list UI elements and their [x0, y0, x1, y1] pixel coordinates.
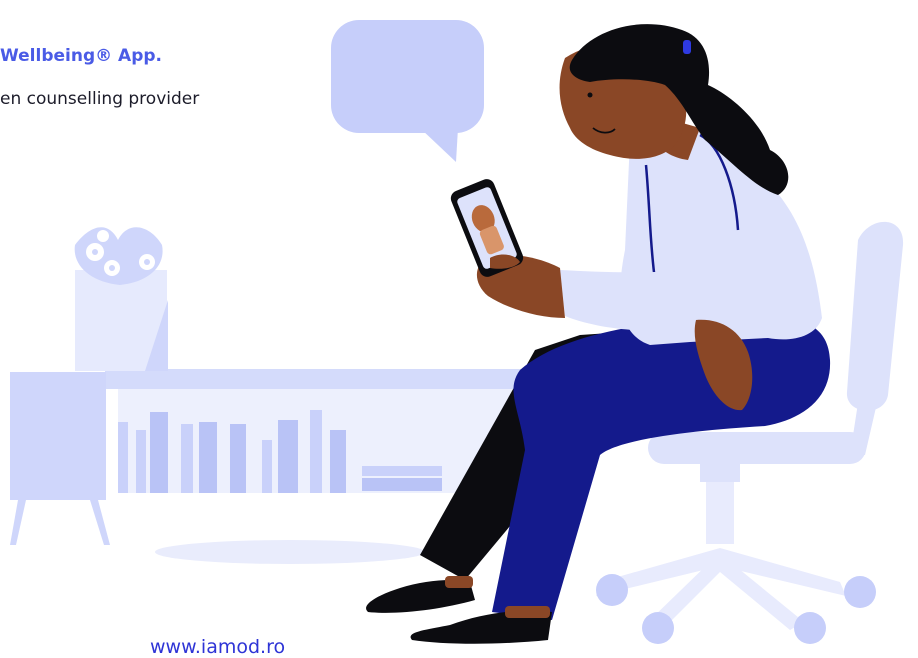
floor-shadow: [155, 540, 425, 564]
website-link[interactable]: www.iamod.ro: [150, 636, 285, 658]
flower-vase: [74, 227, 168, 371]
illustration: [10, 20, 904, 644]
speech-bubble-icon: [331, 20, 484, 162]
side-cabinet: [10, 372, 110, 545]
